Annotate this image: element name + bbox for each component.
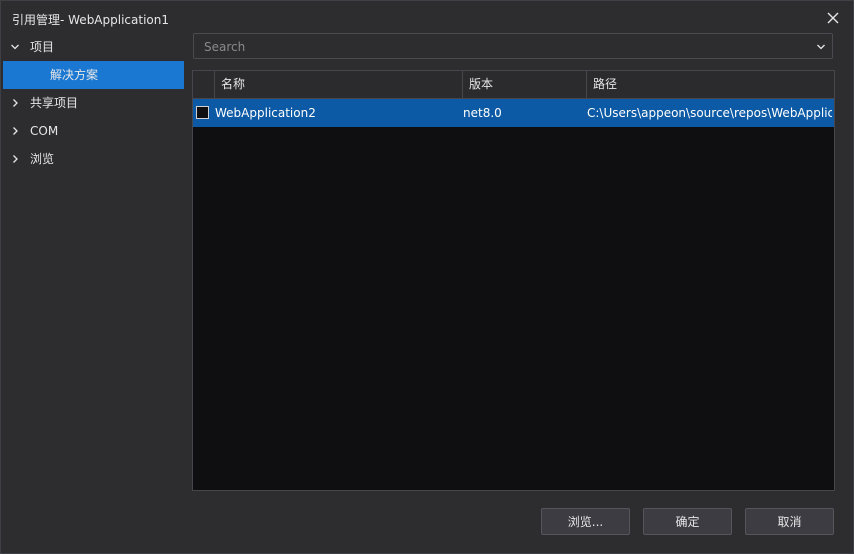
ok-button[interactable]: 确定 xyxy=(643,508,732,535)
checkbox-column-header xyxy=(193,71,215,98)
cell-version: net8.0 xyxy=(463,106,502,120)
tree-item-label: 解决方案 xyxy=(50,68,99,82)
table-row[interactable]: WebApplication2 net8.0 C:\Users\appeon\s… xyxy=(193,99,834,127)
search-input[interactable] xyxy=(202,37,806,57)
tree-item-solution[interactable]: 解决方案 xyxy=(3,61,184,89)
reference-manager-dialog: 引用管理- WebApplication1 项目 解决方案 共享项目 COM 浏… xyxy=(0,0,854,554)
row-checkbox[interactable] xyxy=(196,106,209,119)
chevron-right-icon[interactable] xyxy=(10,98,20,108)
search-box[interactable] xyxy=(193,33,833,59)
title-bar: 引用管理- WebApplication1 xyxy=(1,1,853,35)
column-header-version[interactable]: 版本 xyxy=(463,71,587,98)
tree-item-shared-projects[interactable]: 共享项目 xyxy=(3,89,184,117)
tree-item-label: 浏览 xyxy=(30,152,55,166)
chevron-right-icon[interactable] xyxy=(10,126,20,136)
cell-path: C:\Users\appeon\source\repos\WebApplicat… xyxy=(587,106,832,120)
tree-item-label: COM xyxy=(30,124,59,138)
references-table: 名称 版本 路径 WebApplication2 net8.0 C:\Users… xyxy=(192,70,835,491)
tree-item-label: 共享项目 xyxy=(30,96,79,110)
chevron-down-icon[interactable] xyxy=(10,42,20,52)
tree-item-projects[interactable]: 项目 xyxy=(3,33,184,61)
cancel-button[interactable]: 取消 xyxy=(745,508,834,535)
chevron-right-icon[interactable] xyxy=(10,154,20,164)
category-tree: 项目 解决方案 共享项目 COM 浏览 xyxy=(3,33,184,173)
cell-name: WebApplication2 xyxy=(215,106,316,120)
close-button[interactable] xyxy=(823,8,843,28)
column-header-path[interactable]: 路径 xyxy=(587,71,834,98)
tree-item-label: 项目 xyxy=(30,40,55,54)
tree-item-browse[interactable]: 浏览 xyxy=(3,145,184,173)
column-header-name[interactable]: 名称 xyxy=(215,71,463,98)
table-header: 名称 版本 路径 xyxy=(193,71,834,99)
tree-item-com[interactable]: COM xyxy=(3,117,184,145)
window-title: 引用管理- WebApplication1 xyxy=(12,13,169,27)
browse-button[interactable]: 浏览... xyxy=(541,508,630,535)
chevron-down-icon[interactable] xyxy=(816,42,826,52)
close-icon xyxy=(827,12,839,24)
